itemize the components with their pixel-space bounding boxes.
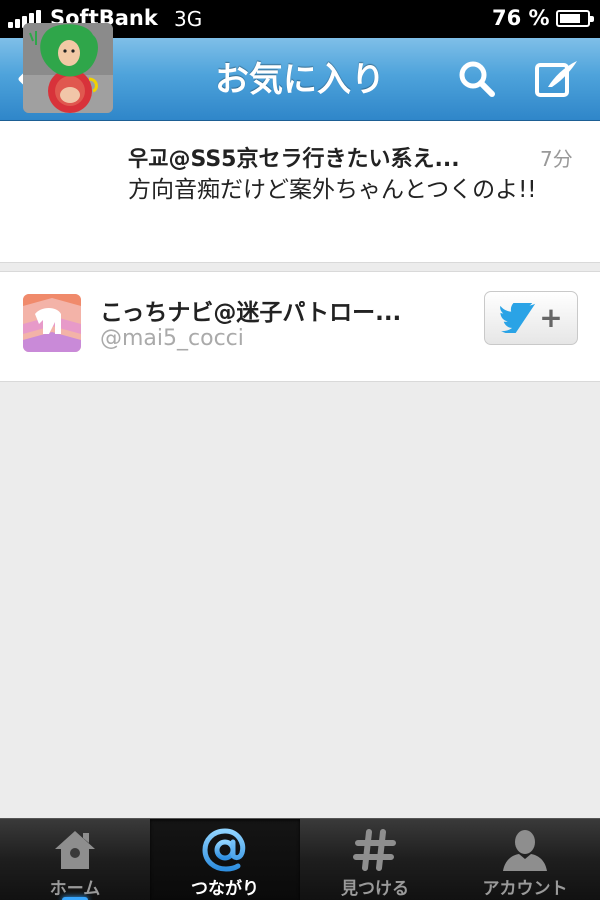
user-handle: @mai5_cocci [100,326,244,351]
tab-discover[interactable]: 見つける [300,819,450,900]
search-icon [459,61,495,97]
tab-account[interactable]: アカウント [450,819,600,900]
tab-label-account: アカウント [482,879,568,899]
tab-connect[interactable]: つながり [150,819,300,900]
battery-percent: 76 % [492,6,550,30]
at-icon [202,828,246,872]
user-avatar[interactable] [23,294,81,352]
user-display-name: こっちナビ@迷子パトロー... [100,300,402,326]
tab-label-connect: つながり [191,879,259,899]
home-icon [55,831,95,869]
tweet-author-name: 우교@SS5京セラ行きたい系え... [128,147,460,172]
tab-bar: ホーム つながり 見つける アカウント [0,818,600,900]
tweet-timestamp: 7分 [540,147,573,171]
compose-button[interactable] [532,54,582,104]
person-icon [503,830,547,871]
battery-icon [556,10,594,27]
hash-icon [353,829,396,871]
plus-icon: + [539,301,563,334]
tab-label-home: ホーム [49,879,101,899]
compose-icon [535,61,577,97]
follow-button[interactable]: + [484,291,578,345]
tab-home[interactable]: ホーム [0,819,150,900]
tab-label-discover: 見つける [341,879,409,899]
tweet-avatar[interactable] [23,23,113,113]
twitter-bird-icon [500,303,536,333]
search-button[interactable] [452,54,502,104]
network-type: 3G [174,7,203,31]
tweet-text: 方向音痴だけど案外ちゃんとつくのよ!! [128,177,537,203]
